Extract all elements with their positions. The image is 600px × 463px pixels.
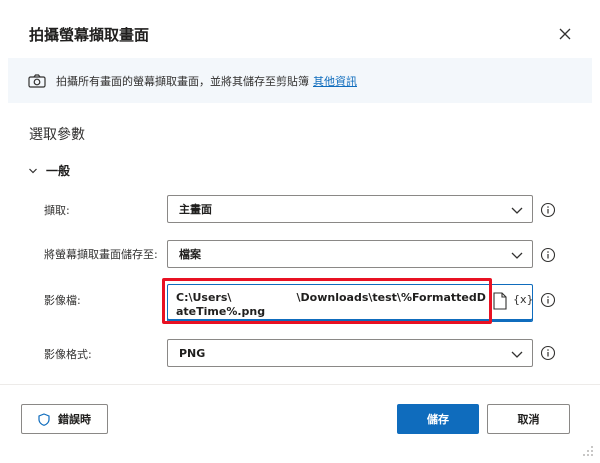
shield-icon (38, 412, 50, 426)
image-format-label: 影像格式: (44, 348, 92, 361)
image-format-select[interactable]: PNG (167, 339, 533, 367)
chevron-down-icon (511, 207, 523, 214)
group-label: 一般 (46, 164, 71, 178)
info-icon[interactable] (540, 292, 556, 308)
file-icon[interactable] (493, 292, 507, 310)
resize-grip-icon[interactable] (582, 445, 594, 457)
image-file-label: 影像檔: (44, 294, 81, 307)
chevron-down-icon (511, 351, 523, 358)
chevron-down-icon (511, 252, 523, 259)
more-info-link[interactable]: 其他資訊 (313, 73, 357, 89)
dialog-title: 拍攝螢幕擷取畫面 (29, 26, 150, 44)
save-to-value: 檔案 (179, 248, 201, 261)
close-icon (559, 28, 571, 40)
save-to-label: 將螢幕擷取畫面儲存至: (44, 248, 158, 261)
capture-value: 主畫面 (179, 203, 212, 216)
info-icon[interactable] (540, 247, 556, 263)
camera-icon (28, 73, 46, 88)
info-icon[interactable] (540, 345, 556, 361)
image-file-input[interactable]: C:\Users\ \Downloads\test\%FormattedDate… (167, 284, 534, 322)
capture-select[interactable]: 主畫面 (167, 195, 533, 223)
save-to-select[interactable]: 檔案 (167, 240, 533, 268)
screenshot-dialog: 拍攝螢幕擷取畫面 拍攝所有畫面的螢幕擷取畫面，並將其儲存至剪貼簿 其他資訊 選取… (0, 0, 600, 463)
image-format-value: PNG (179, 346, 206, 360)
group-general-toggle[interactable]: 一般 (28, 162, 70, 179)
save-button[interactable]: 儲存 (397, 404, 479, 434)
close-button[interactable] (555, 24, 575, 44)
on-error-label: 錯誤時 (58, 413, 91, 426)
variable-button[interactable]: {x} (513, 293, 534, 306)
info-bar: 拍攝所有畫面的螢幕擷取畫面，並將其儲存至剪貼簿 其他資訊 (8, 58, 592, 103)
capture-label: 擷取: (44, 204, 70, 217)
chevron-down-icon (28, 165, 40, 177)
cancel-button[interactable]: 取消 (487, 404, 570, 434)
footer-divider (0, 384, 600, 385)
info-icon[interactable] (540, 202, 556, 218)
image-file-value[interactable]: C:\Users\ \Downloads\test\%FormattedDate… (176, 291, 490, 319)
section-title: 選取參數 (29, 127, 85, 143)
on-error-button[interactable]: 錯誤時 (21, 404, 108, 434)
info-text: 拍攝所有畫面的螢幕擷取畫面，並將其儲存至剪貼簿 (56, 74, 309, 88)
